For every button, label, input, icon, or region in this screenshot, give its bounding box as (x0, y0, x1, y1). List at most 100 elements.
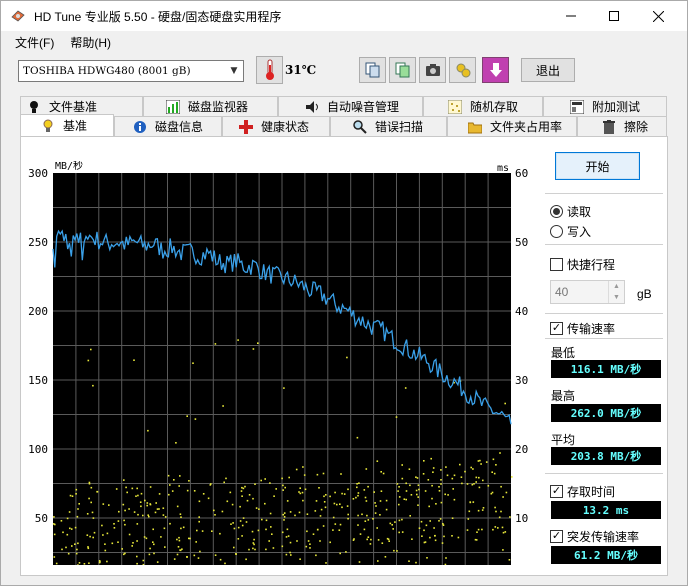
minimize-button[interactable] (548, 1, 594, 31)
access-time-point (363, 528, 366, 531)
maximize-button[interactable] (591, 1, 637, 31)
chart-svg: 300 250 200 150 100 50 60 50 40 30 20 10 MB/秒 ms (28, 159, 528, 567)
access-time-label: 存取时间 (567, 485, 616, 499)
access-time-point (440, 483, 442, 485)
tab-benchmark[interactable]: 基准 (20, 114, 114, 136)
toolbar: TOSHIBA HDWG480 (8001 gB) ▼ 31℃ 退出 (1, 53, 687, 91)
tab-file-benchmark[interactable]: 文件基准 (20, 96, 143, 116)
access-time-point (92, 517, 95, 519)
access-time-point (283, 387, 285, 389)
access-time-point (357, 524, 359, 526)
access-time-point (202, 493, 205, 495)
access-time-point (240, 490, 243, 492)
access-time-point (367, 536, 370, 538)
copy-text-button[interactable] (359, 57, 386, 83)
quick-stroke-spinner[interactable]: 40 ▲ ▼ (550, 280, 625, 304)
tab-noise-management[interactable]: 自动噪音管理 (278, 96, 423, 116)
options-button[interactable] (449, 57, 476, 83)
thermometer-icon (265, 59, 274, 80)
access-time-point (376, 460, 379, 462)
tab-extra-tests[interactable]: 附加测试 (543, 96, 667, 116)
write-radio[interactable]: 写入 (550, 223, 591, 240)
access-time-point (315, 500, 318, 502)
access-time-point (373, 491, 375, 493)
access-time-point (93, 531, 96, 534)
access-time-point (432, 471, 434, 473)
close-button[interactable] (635, 1, 681, 31)
access-time-point (325, 562, 327, 564)
tab-disk-monitor[interactable]: 磁盘监视器 (143, 96, 278, 116)
tab-health[interactable]: 健康状态 (222, 116, 330, 136)
tab-error-scan[interactable]: 错误扫描 (330, 116, 447, 136)
access-time-point (453, 498, 456, 501)
access-time-point (53, 533, 56, 536)
access-time-point (356, 483, 358, 485)
access-time-point (180, 516, 182, 518)
access-time-point (477, 460, 480, 462)
access-time-point (393, 549, 395, 552)
access-time-point (352, 498, 355, 500)
access-time-point (288, 476, 290, 479)
access-time-point (275, 488, 277, 490)
access-time-point (359, 533, 362, 535)
read-radio[interactable]: 读取 (550, 203, 591, 220)
temperature-button[interactable] (256, 56, 283, 84)
access-time-point (242, 487, 245, 490)
access-time-point (131, 545, 133, 547)
transfer-rate-checkbox[interactable]: ✓ 传输速率 (550, 320, 615, 337)
access-time-point (505, 491, 508, 494)
access-time-point (254, 483, 256, 485)
tab-disk-info[interactable]: 磁盘信息 (114, 116, 222, 136)
access-time-point (473, 483, 475, 485)
tab-erase[interactable]: 擦除 (577, 116, 667, 136)
access-time-point (164, 516, 167, 518)
access-time-point (186, 415, 188, 417)
menu-file[interactable]: 文件(F) (1, 34, 62, 51)
access-time-point (179, 513, 182, 515)
app-logo-icon (11, 10, 25, 22)
save-button[interactable] (482, 57, 509, 83)
access-time-point (257, 529, 260, 532)
access-time-point (233, 546, 235, 549)
access-time-point (318, 487, 320, 489)
access-time-point (252, 547, 254, 550)
tab-label: 磁盘信息 (155, 120, 204, 134)
access-time-point (492, 458, 495, 461)
access-time-point (401, 464, 403, 466)
start-button[interactable]: 开始 (555, 152, 640, 180)
access-time-point (229, 491, 232, 494)
access-time-point (237, 339, 239, 341)
menu-help[interactable]: 帮助(H) (62, 34, 119, 51)
access-time-point (149, 486, 152, 488)
quick-stroke-label: 快捷行程 (567, 258, 616, 272)
access-time-point (224, 562, 226, 565)
access-time-point (136, 562, 138, 565)
exit-button[interactable]: 退出 (521, 58, 575, 82)
burst-rate-checkbox[interactable]: ✓ 突发传输速率 (550, 528, 639, 545)
tab-random-access[interactable]: 随机存取 (423, 96, 543, 116)
access-time-point (155, 502, 157, 504)
access-time-point (501, 526, 504, 529)
access-time-point (365, 500, 368, 502)
access-time-checkbox[interactable]: ✓ 存取时间 (550, 483, 615, 500)
access-time-point (385, 508, 388, 511)
access-time-point (439, 518, 442, 520)
access-time-point (230, 523, 232, 525)
access-time-point (434, 534, 436, 537)
access-time-point (435, 503, 437, 505)
access-time-point (255, 507, 258, 509)
access-time-point (188, 480, 190, 482)
access-time-point (237, 526, 240, 529)
access-time-point (356, 436, 359, 439)
access-time-point (86, 513, 89, 515)
access-time-point (76, 515, 79, 518)
access-time-point (222, 405, 224, 407)
copy-screenshot-button[interactable] (389, 57, 416, 83)
tab-folder-usage[interactable]: 文件夹占用率 (447, 116, 577, 136)
access-time-point (106, 560, 108, 563)
quick-stroke-checkbox[interactable]: 快捷行程 (550, 256, 615, 273)
drive-select[interactable]: TOSHIBA HDWG480 (8001 gB) ▼ (18, 60, 244, 82)
screenshot-button[interactable] (419, 57, 446, 83)
access-time-point (491, 471, 493, 473)
access-time-point (176, 553, 179, 556)
